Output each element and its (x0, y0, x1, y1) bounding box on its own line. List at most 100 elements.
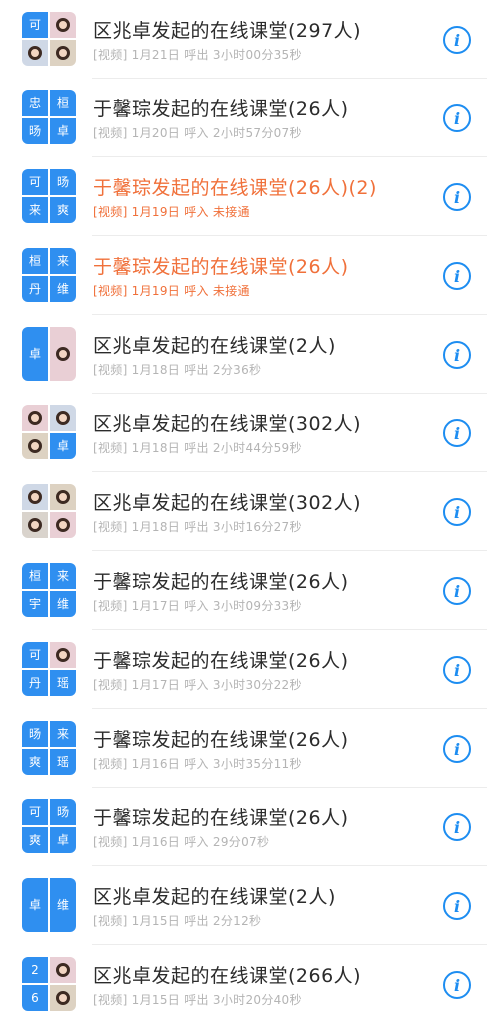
info-icon[interactable]: i (443, 735, 471, 763)
avatar-initial: 旸 (50, 799, 76, 825)
avatar-initial: 爽 (50, 197, 76, 223)
info-icon[interactable]: i (443, 656, 471, 684)
info-icon[interactable]: i (443, 26, 471, 54)
avatar-initial: 桓 (22, 563, 48, 589)
avatar-photo (50, 327, 76, 381)
avatar-initial: 丹 (22, 276, 48, 302)
avatar-initial: 来 (22, 197, 48, 223)
info-icon[interactable]: i (443, 262, 471, 290)
user-photo-icon (56, 648, 70, 662)
info-icon[interactable]: i (443, 419, 471, 447)
call-row[interactable]: 可旸爽卓于馨琮发起的在线课堂(26人) [视频] 1月16日 呼入 29分07秒 i (0, 787, 487, 866)
avatar-photo (22, 40, 48, 66)
avatar-initial: 桓 (50, 90, 76, 116)
info-icon[interactable]: i (443, 813, 471, 841)
user-photo-icon (28, 411, 42, 425)
call-row[interactable]: 2 6 区兆卓发起的在线课堂(266人) [视频] 1月15日 呼出 3小时20分40… (0, 945, 487, 1016)
group-avatar: 卓 (22, 405, 76, 459)
call-row[interactable]: 桓来宇维于馨琮发起的在线课堂(26人) [视频] 1月17日 呼入 3小时09分3… (0, 551, 487, 630)
user-photo-icon (56, 46, 70, 60)
call-title: 于馨琮发起的在线课堂(26人) (93, 256, 349, 278)
avatar-initial: 维 (50, 878, 76, 932)
avatar-photo (50, 405, 76, 431)
avatar-initial: 忠 (22, 90, 48, 116)
info-icon[interactable]: i (443, 892, 471, 920)
avatar-initial: 宇 (22, 591, 48, 617)
call-row[interactable]: 可 区兆卓发起的在线课堂(297人) [视频] 1月21日 呼出 3小时00分35秒… (0, 0, 487, 79)
avatar-photo (50, 642, 76, 668)
call-title: 区兆卓发起的在线课堂(302人) (93, 413, 362, 435)
user-photo-icon (56, 991, 70, 1005)
avatar-photo (50, 985, 76, 1011)
info-icon[interactable]: i (443, 104, 471, 132)
call-row[interactable]: 桓来丹维于馨琮发起的在线课堂(26人) [视频] 1月19日 呼入 未接通 i (0, 236, 487, 315)
avatar-initial: 维 (50, 276, 76, 302)
info-icon[interactable]: i (443, 183, 471, 211)
call-row[interactable]: 卓 区兆卓发起的在线课堂(2人) [视频] 1月18日 呼出 2分36秒 i (0, 315, 487, 394)
call-row[interactable]: 忠桓旸卓于馨琮发起的在线课堂(26人) [视频] 1月20日 呼入 2小时57分0… (0, 78, 487, 157)
avatar-initial: 爽 (22, 827, 48, 853)
call-row[interactable]: 区兆卓发起的在线课堂(302人) [视频] 1月18日 呼出 3小时16分27秒 i (0, 472, 487, 551)
group-avatar (22, 484, 76, 538)
call-title: 区兆卓发起的在线课堂(297人) (93, 20, 362, 42)
group-avatar: 可丹瑶 (22, 642, 76, 696)
avatar-initial: 旸 (50, 169, 76, 195)
call-title: 于馨琮发起的在线课堂(26人) (93, 98, 349, 120)
call-row[interactable]: 卓区兆卓发起的在线课堂(302人) [视频] 1月18日 呼出 2小时44分59秒… (0, 393, 487, 472)
avatar-initial: 可 (22, 12, 48, 38)
group-avatar: 可旸来爽 (22, 169, 76, 223)
avatar-initial: 瑶 (50, 749, 76, 775)
call-meta: [视频] 1月18日 呼出 2小时44分59秒 (93, 441, 302, 455)
avatar-photo (50, 512, 76, 538)
call-title: 于馨琮发起的在线课堂(26人) (93, 729, 349, 751)
call-title: 区兆卓发起的在线课堂(302人) (93, 492, 362, 514)
avatar-initial: 6 (22, 985, 48, 1011)
call-meta: [视频] 1月18日 呼出 3小时16分27秒 (93, 520, 302, 534)
user-photo-icon (56, 411, 70, 425)
call-history-list: 可 区兆卓发起的在线课堂(297人) [视频] 1月21日 呼出 3小时00分35秒… (0, 0, 487, 1016)
info-icon[interactable]: i (443, 498, 471, 526)
call-row[interactable]: 卓维区兆卓发起的在线课堂(2人) [视频] 1月15日 呼出 2分12秒 i (0, 866, 487, 945)
call-meta: [视频] 1月16日 呼入 29分07秒 (93, 835, 270, 849)
user-photo-icon (56, 963, 70, 977)
info-icon[interactable]: i (443, 341, 471, 369)
info-icon[interactable]: i (443, 577, 471, 605)
avatar-photo (22, 405, 48, 431)
call-meta: [视频] 1月17日 呼入 3小时09分33秒 (93, 599, 302, 613)
avatar-photo (50, 12, 76, 38)
avatar-initial: 来 (50, 563, 76, 589)
avatar-initial: 2 (22, 957, 48, 983)
call-meta: [视频] 1月15日 呼出 2分12秒 (93, 914, 262, 928)
avatar-initial: 可 (22, 169, 48, 195)
avatar-initial: 瑶 (50, 670, 76, 696)
avatar-photo (22, 484, 48, 510)
group-avatar: 可旸爽卓 (22, 799, 76, 853)
avatar-initial: 来 (50, 248, 76, 274)
group-avatar: 卓 (22, 327, 76, 381)
avatar-initial: 卓 (50, 118, 76, 144)
user-photo-icon (56, 347, 70, 361)
avatar-initial: 卓 (50, 433, 76, 459)
user-photo-icon (56, 18, 70, 32)
group-avatar: 旸来爽瑶 (22, 721, 76, 775)
info-icon[interactable]: i (443, 971, 471, 999)
call-row[interactable]: 旸来爽瑶于馨琮发起的在线课堂(26人) [视频] 1月16日 呼入 3小时35分1… (0, 709, 487, 788)
avatar-photo (50, 957, 76, 983)
call-title: 于馨琮发起的在线课堂(26人)(2) (93, 177, 377, 199)
user-photo-icon (56, 518, 70, 532)
avatar-photo (50, 484, 76, 510)
user-photo-icon (28, 518, 42, 532)
avatar-initial: 旸 (22, 118, 48, 144)
avatar-photo (50, 40, 76, 66)
call-meta: [视频] 1月15日 呼出 3小时20分40秒 (93, 993, 302, 1007)
avatar-initial: 桓 (22, 248, 48, 274)
call-row[interactable]: 可丹瑶于馨琮发起的在线课堂(26人) [视频] 1月17日 呼入 3小时30分22… (0, 630, 487, 709)
avatar-initial: 可 (22, 642, 48, 668)
group-avatar: 忠桓旸卓 (22, 90, 76, 144)
call-row[interactable]: 可旸来爽于馨琮发起的在线课堂(26人)(2) [视频] 1月19日 呼入 未接通 i (0, 157, 487, 236)
avatar-photo (22, 433, 48, 459)
avatar-initial: 可 (22, 799, 48, 825)
group-avatar: 卓维 (22, 878, 76, 932)
avatar-initial: 旸 (22, 721, 48, 747)
avatar-photo (22, 512, 48, 538)
